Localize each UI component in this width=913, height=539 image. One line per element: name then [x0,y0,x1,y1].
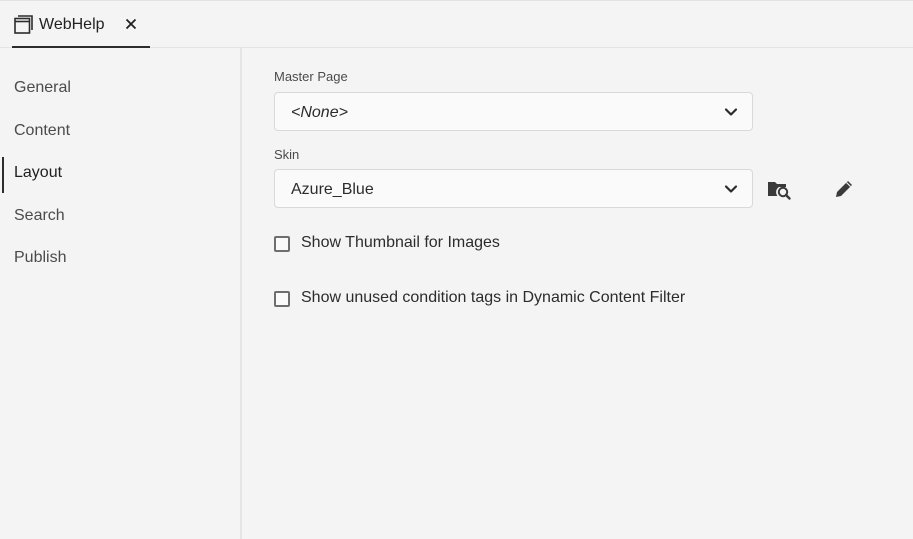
sidebar-item-layout[interactable]: Layout [0,154,240,194]
sidebar-item-publish[interactable]: Publish [0,239,240,279]
show-unused-tags-label: Show unused condition tags in Dynamic Co… [301,289,686,306]
sidebar-item-general[interactable]: General [0,69,240,109]
close-icon[interactable] [122,15,140,33]
show-thumbnail-option[interactable]: Show Thumbnail for Images [274,233,674,257]
sidebar-item-search[interactable]: Search [0,197,240,237]
pencil-icon[interactable] [830,175,858,203]
layout-settings-panel: Master Page <None> Skin Azure_Blue Show … [244,48,913,539]
sidebar-item-label: Publish [14,249,67,266]
window-icon [14,15,33,34]
tab-webhelp[interactable]: WebHelp [12,1,150,48]
sidebar-item-label: Layout [14,164,63,181]
master-page-label: Master Page [274,69,348,84]
skin-dropdown[interactable]: Azure_Blue [274,169,753,208]
sidebar-item-label: Search [14,207,65,224]
webhelp-settings-window: WebHelp General Content Layout Search Pu… [0,0,913,539]
tab-bar: WebHelp [0,1,913,48]
skin-value: Azure_Blue [291,181,374,198]
tab-title: WebHelp [39,16,105,33]
chevron-down-icon [724,185,738,193]
settings-sidebar: General Content Layout Search Publish [0,48,242,539]
chevron-down-icon [724,108,738,116]
master-page-dropdown[interactable]: <None> [274,92,753,131]
sidebar-item-label: Content [14,122,71,139]
show-unused-tags-checkbox[interactable] [274,291,290,307]
skin-label: Skin [274,147,300,162]
master-page-value: <None> [291,104,348,121]
folder-search-icon[interactable] [765,175,793,203]
show-thumbnail-label: Show Thumbnail for Images [301,234,500,251]
show-thumbnail-checkbox[interactable] [274,236,290,252]
sidebar-item-content[interactable]: Content [0,112,240,152]
sidebar-item-label: General [14,79,71,96]
show-unused-tags-option[interactable]: Show unused condition tags in Dynamic Co… [274,288,794,312]
